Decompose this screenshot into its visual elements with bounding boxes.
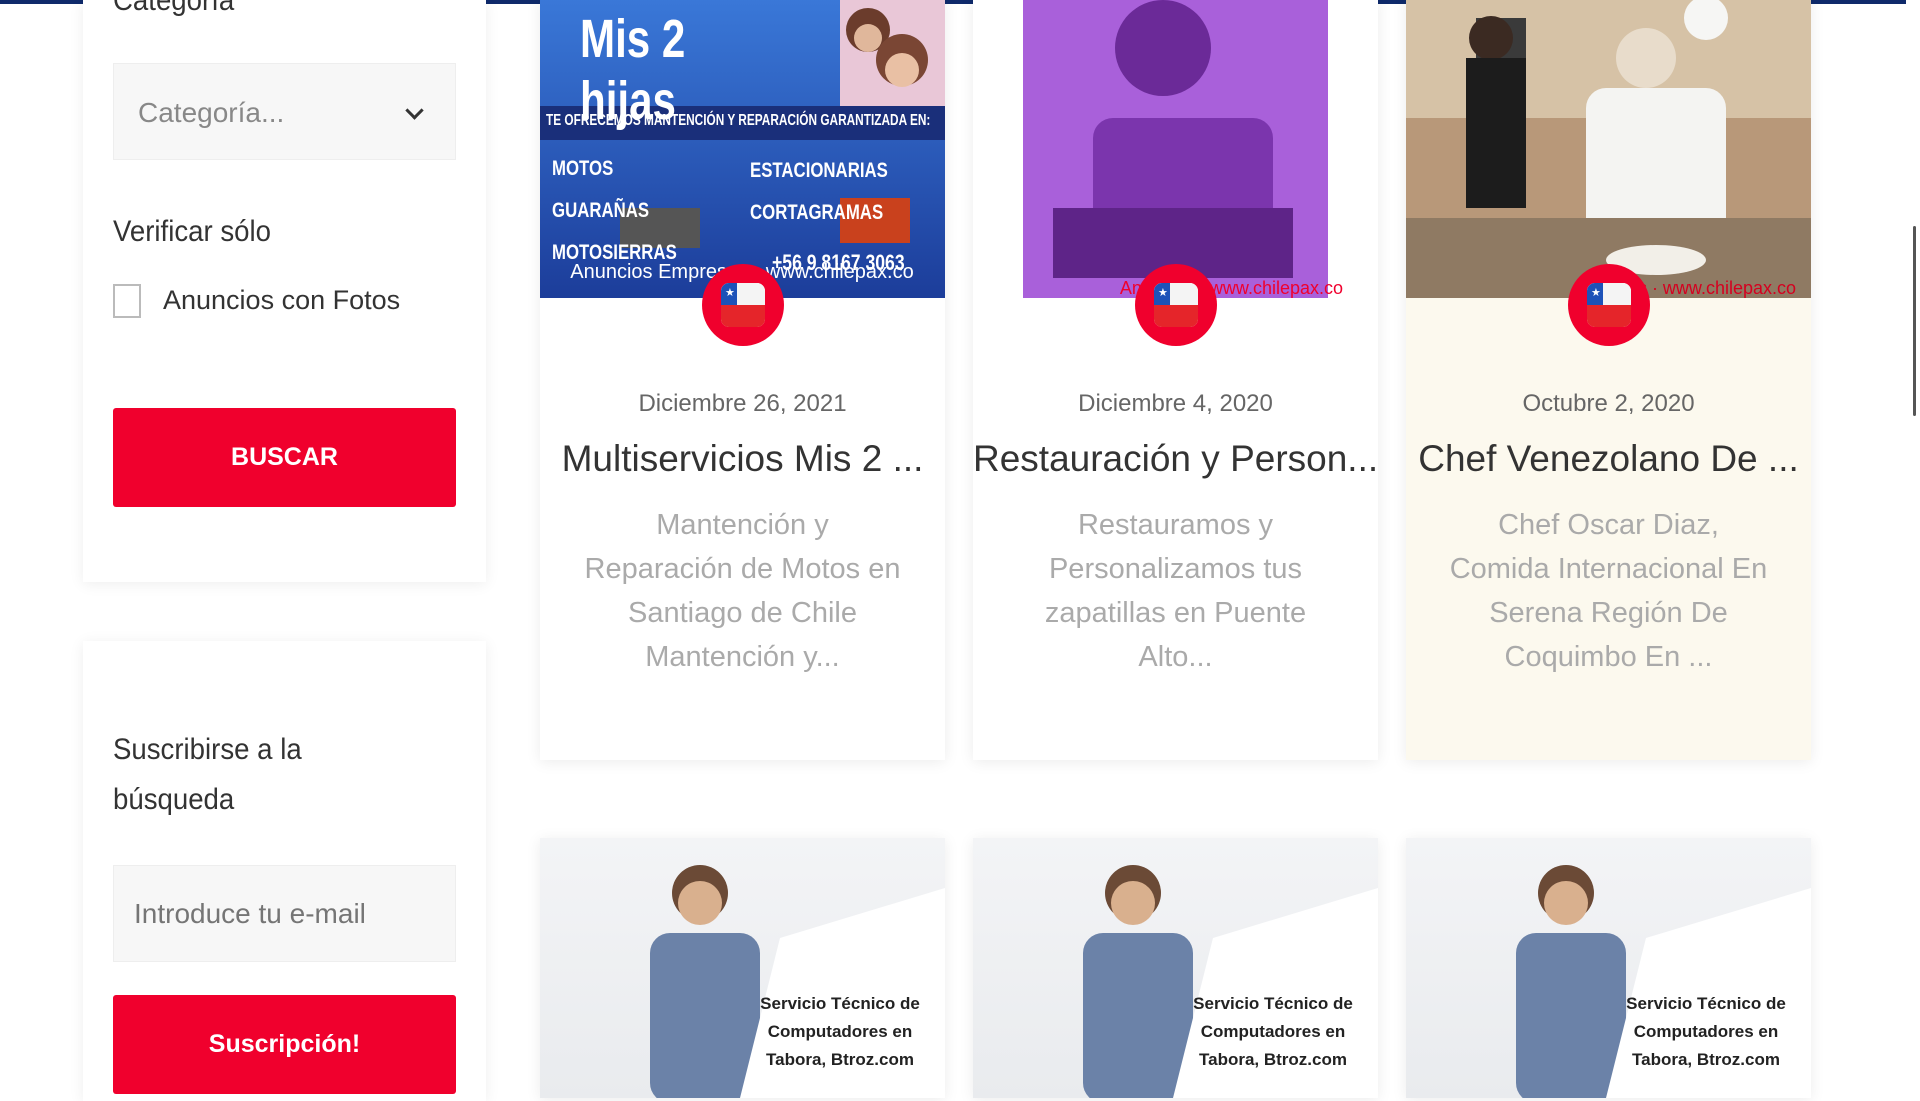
listing-card[interactable]: Anuncios · www.chilepax.co ★ Diciembre 4… bbox=[973, 0, 1378, 760]
tech-ad-line: Tabora, Btroz.com bbox=[1199, 1050, 1347, 1069]
image-phone: +56 9 8167 3063 bbox=[772, 250, 905, 275]
email-input[interactable] bbox=[113, 865, 456, 962]
image-item: MOTOS bbox=[552, 157, 614, 180]
listing-card[interactable]: Servicio Técnico de Computadores en Tabo… bbox=[973, 838, 1378, 1098]
subscribe-heading: Suscribirse a la búsqueda bbox=[113, 725, 302, 825]
chevron-down-icon bbox=[405, 101, 424, 120]
image-banner: TE OFRECEMOS MANTENCIÓN Y REPARACIÓN GAR… bbox=[546, 112, 931, 129]
chile-flag-icon: ★ bbox=[702, 264, 784, 346]
image-item: CORTAGRAMAS bbox=[750, 201, 884, 224]
tech-ad-line: Tabora, Btroz.com bbox=[1632, 1050, 1780, 1069]
listing-image[interactable]: Anuncios · www.chilepax.co bbox=[973, 0, 1378, 298]
tech-ad-text: Servicio Técnico de Computadores en Tabo… bbox=[1183, 990, 1363, 1074]
listing-image[interactable]: Anuncios Empresas · www.chilepax.co Mis … bbox=[540, 0, 945, 298]
subscribe-button[interactable]: Suscripción! bbox=[113, 995, 456, 1094]
listing-card[interactable]: Servicio Técnico de Computadores en Tabo… bbox=[1406, 838, 1811, 1098]
tech-ad-line: Computadores en bbox=[1200, 1022, 1346, 1041]
listing-description: Chef Oscar Diaz, Comida Internacional En… bbox=[1449, 509, 1768, 673]
listing-card[interactable]: Anuncios Empresas · www.chilepax.co Mis … bbox=[540, 0, 945, 760]
tech-ad-text: Servicio Técnico de Computadores en Tabo… bbox=[1616, 990, 1796, 1074]
chef-ad-image: Anuncios · www.chilepax.co bbox=[1406, 0, 1811, 298]
listing-date: Diciembre 26, 2021 bbox=[638, 390, 847, 417]
tech-ad-line: Servicio Técnico de bbox=[1193, 994, 1353, 1013]
listing-title[interactable]: Restauración y Person... bbox=[973, 438, 1378, 480]
listing-card[interactable]: Anuncios · www.chilepax.co ★ Octubre 2, … bbox=[1406, 0, 1811, 760]
listing-card[interactable]: Servicio Técnico de Computadores en Tabo… bbox=[540, 838, 945, 1098]
tech-ad-line: Computadores en bbox=[767, 1022, 913, 1041]
sneakers-ad-image: Anuncios · www.chilepax.co bbox=[973, 0, 1378, 298]
category-select[interactable]: Categoría... bbox=[113, 63, 456, 160]
listing-title[interactable]: Multiservicios Mis 2 ... bbox=[540, 438, 945, 480]
image-right-items: ESTACIONARIAS CORTAGRAMAS bbox=[750, 150, 888, 234]
search-filter-panel: Categoría Categoría... Verificar sólo An… bbox=[83, 0, 486, 582]
tech-ad-line: Tabora, Btroz.com bbox=[766, 1050, 914, 1069]
tech-ad-line: Computadores en bbox=[1633, 1022, 1779, 1041]
tech-ad-line: Servicio Técnico de bbox=[1626, 994, 1786, 1013]
listing-date: Diciembre 4, 2020 bbox=[1078, 390, 1273, 417]
listing-title[interactable]: Chef Venezolano De ... bbox=[1406, 438, 1811, 480]
chile-flag-icon: ★ bbox=[1568, 264, 1650, 346]
image-item: MOTOSIERRAS bbox=[552, 241, 677, 264]
scrollbar-thumb[interactable] bbox=[1913, 226, 1916, 416]
listing-description: Mantención y Reparación de Motos en Sant… bbox=[584, 509, 901, 673]
photos-checkbox-label[interactable]: Anuncios con Fotos bbox=[163, 285, 400, 316]
verify-heading: Verificar sólo bbox=[113, 215, 272, 248]
listing-date: Octubre 2, 2020 bbox=[1522, 390, 1695, 417]
image-item: ESTACIONARIAS bbox=[750, 159, 888, 182]
subscribe-heading-line1: Suscribirse a la bbox=[113, 733, 302, 766]
subscribe-heading-line2: búsqueda bbox=[113, 783, 235, 816]
subscribe-panel: Suscribirse a la búsqueda Suscripción! bbox=[83, 641, 486, 1101]
image-left-items: MOTOS GUARAÑAS MOTOSIERRAS bbox=[552, 148, 677, 274]
photos-checkbox[interactable] bbox=[113, 284, 141, 318]
image-item: GUARAÑAS bbox=[552, 199, 650, 222]
tech-ad-text: Servicio Técnico de Computadores en Tabo… bbox=[750, 990, 930, 1074]
scrollbar[interactable] bbox=[1906, 0, 1920, 1080]
listing-description: Restauramos y Personalizamos tus zapatil… bbox=[1044, 509, 1307, 673]
category-select-value: Categoría... bbox=[138, 97, 285, 128]
search-button[interactable]: BUSCAR bbox=[113, 408, 456, 507]
chile-flag-icon: ★ bbox=[1135, 264, 1217, 346]
listing-image[interactable]: Anuncios · www.chilepax.co bbox=[1406, 0, 1811, 298]
category-heading: Categoría bbox=[113, 0, 235, 17]
tech-ad-line: Servicio Técnico de bbox=[760, 994, 920, 1013]
